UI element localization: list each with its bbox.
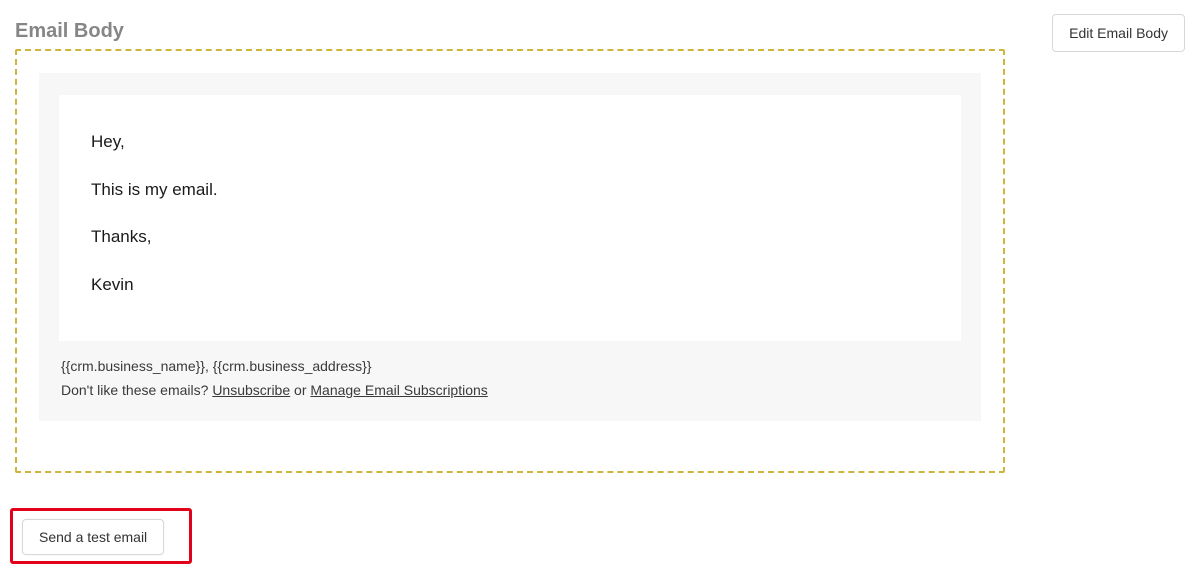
email-body-text: This is my email. <box>91 177 929 203</box>
email-signature: Kevin <box>91 272 929 298</box>
unsubscribe-link[interactable]: Unsubscribe <box>212 382 290 398</box>
email-body-dropzone[interactable]: Hey, This is my email. Thanks, Kevin {{c… <box>15 49 1005 473</box>
email-footer: {{crm.business_name}}, {{crm.business_ad… <box>59 355 961 403</box>
edit-email-body-button[interactable]: Edit Email Body <box>1052 14 1185 52</box>
email-closing: Thanks, <box>91 224 929 250</box>
section-title: Email Body <box>15 20 1005 43</box>
manage-subscriptions-link[interactable]: Manage Email Subscriptions <box>310 382 487 398</box>
email-greeting: Hey, <box>91 129 929 155</box>
email-preview-wrap: Hey, This is my email. Thanks, Kevin {{c… <box>39 73 981 421</box>
footer-dislike-prefix: Don't like these emails? <box>61 382 212 398</box>
left-column: Email Body Hey, This is my email. Thanks… <box>15 10 1005 473</box>
header-row: Email Body Hey, This is my email. Thanks… <box>15 10 1185 473</box>
footer-placeholders: {{crm.business_name}}, {{crm.business_ad… <box>61 358 372 374</box>
email-content: Hey, This is my email. Thanks, Kevin <box>59 95 961 341</box>
footer-or: or <box>290 382 310 398</box>
send-test-email-button[interactable]: Send a test email <box>22 519 164 555</box>
